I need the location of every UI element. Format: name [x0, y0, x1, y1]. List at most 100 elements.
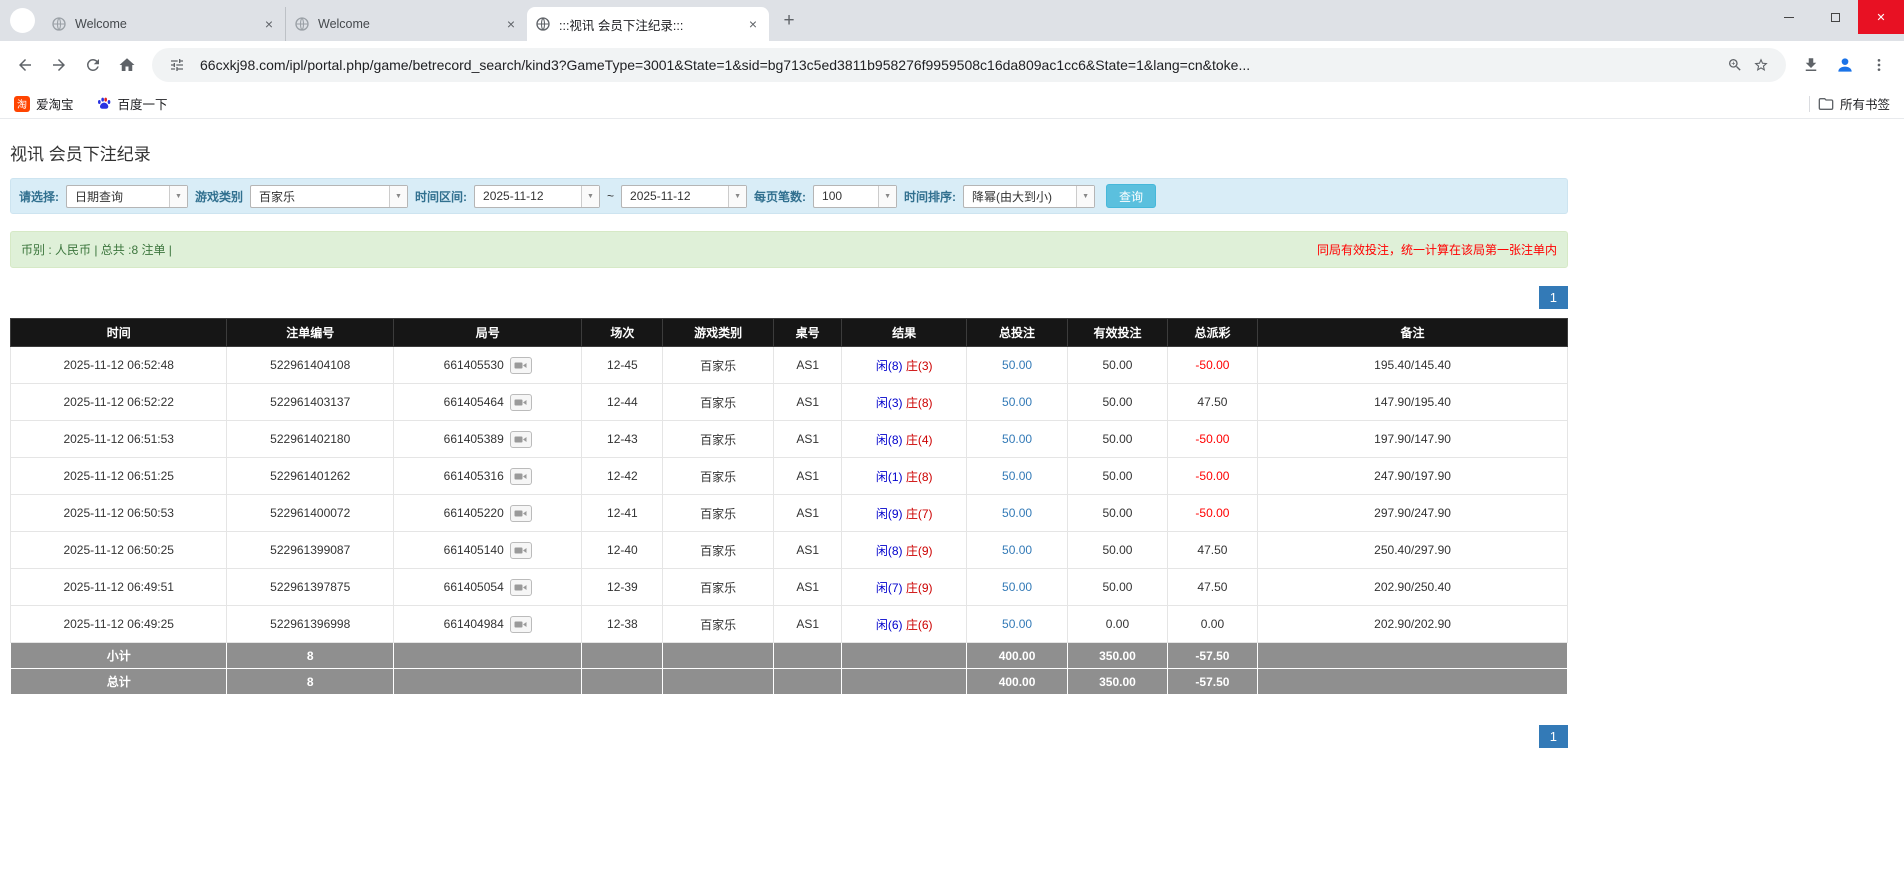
header-valid-bet: 有效投注 [1067, 318, 1168, 347]
total-bet-link[interactable]: 50.00 [1002, 432, 1032, 446]
cell-game-type: 百家乐 [662, 346, 774, 384]
chevron-down-icon[interactable]: ▼ [1076, 185, 1095, 207]
pager-bottom: 1 [10, 725, 1568, 748]
bookmark-taobao[interactable]: 淘 爱淘宝 [14, 94, 74, 113]
chevron-down-icon[interactable]: ▼ [728, 185, 747, 207]
globe-favicon-icon [535, 16, 551, 32]
video-replay-icon[interactable] [509, 430, 532, 448]
bookmark-baidu[interactable]: 百度一下 [96, 94, 168, 113]
all-bookmarks-button[interactable]: 所有书签 [1818, 94, 1890, 113]
tab-welcome-1[interactable]: Welcome × [43, 7, 285, 41]
video-replay-icon[interactable] [509, 393, 532, 411]
tab-close-icon[interactable]: × [745, 16, 761, 32]
cell-time: 2025-11-12 06:51:25 [9, 457, 228, 495]
page-size-select[interactable]: 100 ▼ [813, 184, 898, 208]
cell-payout: 47.50 [1166, 531, 1259, 569]
cell-result: 闲(8) 庄(3) [841, 346, 967, 384]
bookmark-star-icon[interactable] [1748, 52, 1774, 78]
cell-session: 12-39 [581, 568, 664, 606]
currency-total-text: 币别 : 人民币 | 总共 :8 注单 | [21, 243, 172, 257]
chevron-down-icon[interactable]: ▼ [389, 185, 408, 207]
cell-round-id: 661405140 [393, 531, 583, 569]
cell-payout: -50.00 [1166, 346, 1259, 384]
total-bet-link[interactable]: 50.00 [1002, 580, 1032, 594]
zoom-icon[interactable] [1722, 52, 1748, 78]
total-bet-link[interactable]: 50.00 [1002, 617, 1032, 631]
cell-result: 闲(7) 庄(9) [841, 568, 967, 606]
cell-note: 195.40/145.40 [1257, 346, 1568, 384]
cell-note: 147.90/195.40 [1257, 383, 1568, 421]
cell-result: 闲(3) 庄(8) [841, 383, 967, 421]
subtotal-label: 小计 [9, 642, 228, 669]
video-replay-icon[interactable] [509, 541, 532, 559]
query-type-select[interactable]: 日期查询 ▼ [66, 184, 188, 208]
cell-payout: 47.50 [1166, 383, 1259, 421]
downloads-icon[interactable] [1794, 48, 1828, 82]
game-type-label: 游戏类别 [195, 189, 244, 204]
table-row: 2025-11-12 06:49:25 522961396998 661404984… [9, 605, 1568, 643]
header-time: 时间 [9, 318, 228, 347]
total-bet-link[interactable]: 50.00 [1002, 358, 1032, 372]
home-button[interactable] [110, 48, 144, 82]
tab-welcome-2[interactable]: Welcome × [285, 7, 527, 41]
cell-table-no: AS1 [772, 568, 843, 606]
cell-table-no: AS1 [772, 457, 843, 495]
header-result: 结果 [841, 318, 967, 347]
cell-session: 12-40 [581, 531, 664, 569]
date-separator: ~ [607, 189, 615, 203]
chevron-down-icon[interactable]: ▼ [169, 185, 187, 207]
sort-select[interactable]: 降幂(由大到小) ▼ [963, 184, 1096, 208]
baidu-paw-icon [96, 96, 112, 112]
cell-payout: 47.50 [1166, 568, 1259, 606]
maximize-button[interactable] [1812, 0, 1858, 34]
forward-button[interactable] [42, 48, 76, 82]
total-bet-link[interactable]: 50.00 [1002, 469, 1032, 483]
menu-dots-icon[interactable] [1862, 48, 1896, 82]
video-replay-icon[interactable] [509, 467, 532, 485]
page-title: 视讯 会员下注纪录 [10, 145, 151, 164]
video-replay-icon[interactable] [509, 504, 532, 522]
header-total-bet: 总投注 [965, 318, 1069, 347]
tab-close-icon[interactable]: × [261, 16, 277, 32]
minimize-button[interactable] [1766, 0, 1812, 34]
sort-value: 降幂(由大到小) [972, 189, 1053, 204]
video-replay-icon[interactable] [509, 356, 532, 374]
new-tab-button[interactable]: + [775, 7, 803, 35]
date-to-select[interactable]: 2025-11-12 ▼ [621, 184, 748, 208]
total-bet-link[interactable]: 50.00 [1002, 543, 1032, 557]
tab-label: Welcome [75, 17, 127, 31]
page-number-button[interactable]: 1 [1538, 286, 1568, 309]
tab-close-icon[interactable]: × [503, 16, 519, 32]
chevron-down-icon[interactable]: ▼ [878, 185, 897, 207]
cell-round-id: 661405530 [393, 346, 583, 384]
reload-button[interactable] [76, 48, 110, 82]
cell-table-no: AS1 [772, 346, 843, 384]
address-bar[interactable]: 66cxkj98.com/ipl/portal.php/game/betreco… [152, 48, 1786, 82]
cell-payout: -50.00 [1166, 420, 1259, 458]
back-button[interactable] [8, 48, 42, 82]
close-window-button[interactable]: ✕ [1858, 0, 1904, 34]
chevron-down-icon[interactable]: ▼ [581, 185, 600, 207]
cell-round-id: 661405464 [393, 383, 583, 421]
date-from-select[interactable]: 2025-11-12 ▼ [474, 184, 601, 208]
cell-bet-id: 522961399087 [226, 531, 395, 569]
tab-search-button[interactable] [10, 8, 35, 33]
tab-bet-records-active[interactable]: :::视讯 会员下注纪录::: × [527, 7, 769, 41]
profile-avatar[interactable] [1828, 48, 1862, 82]
pager-top: 1 [10, 286, 1568, 309]
cell-valid-bet: 50.00 [1067, 383, 1168, 421]
cell-round-id: 661405054 [393, 568, 583, 606]
total-bet-link[interactable]: 50.00 [1002, 395, 1032, 409]
page-content: 视讯 会员下注纪录 请选择: 日期查询 ▼ 游戏类别 百家乐 ▼ 时间区间: 2… [0, 140, 1578, 748]
game-type-select[interactable]: 百家乐 ▼ [250, 184, 409, 208]
page-number-button[interactable]: 1 [1538, 725, 1568, 748]
video-replay-icon[interactable] [509, 615, 532, 633]
video-replay-icon[interactable] [509, 578, 532, 596]
site-settings-icon[interactable] [164, 52, 190, 78]
summary-bar: 币别 : 人民币 | 总共 :8 注单 | 同局有效投注，统一计算在该局第一张注… [10, 231, 1568, 268]
subtotal-row: 小计 8 400.00 350.00 -57.50 [9, 642, 1568, 669]
cell-session: 12-43 [581, 420, 664, 458]
cell-result: 闲(8) 庄(4) [841, 420, 967, 458]
search-button[interactable]: 查询 [1106, 184, 1157, 208]
total-bet-link[interactable]: 50.00 [1002, 506, 1032, 520]
